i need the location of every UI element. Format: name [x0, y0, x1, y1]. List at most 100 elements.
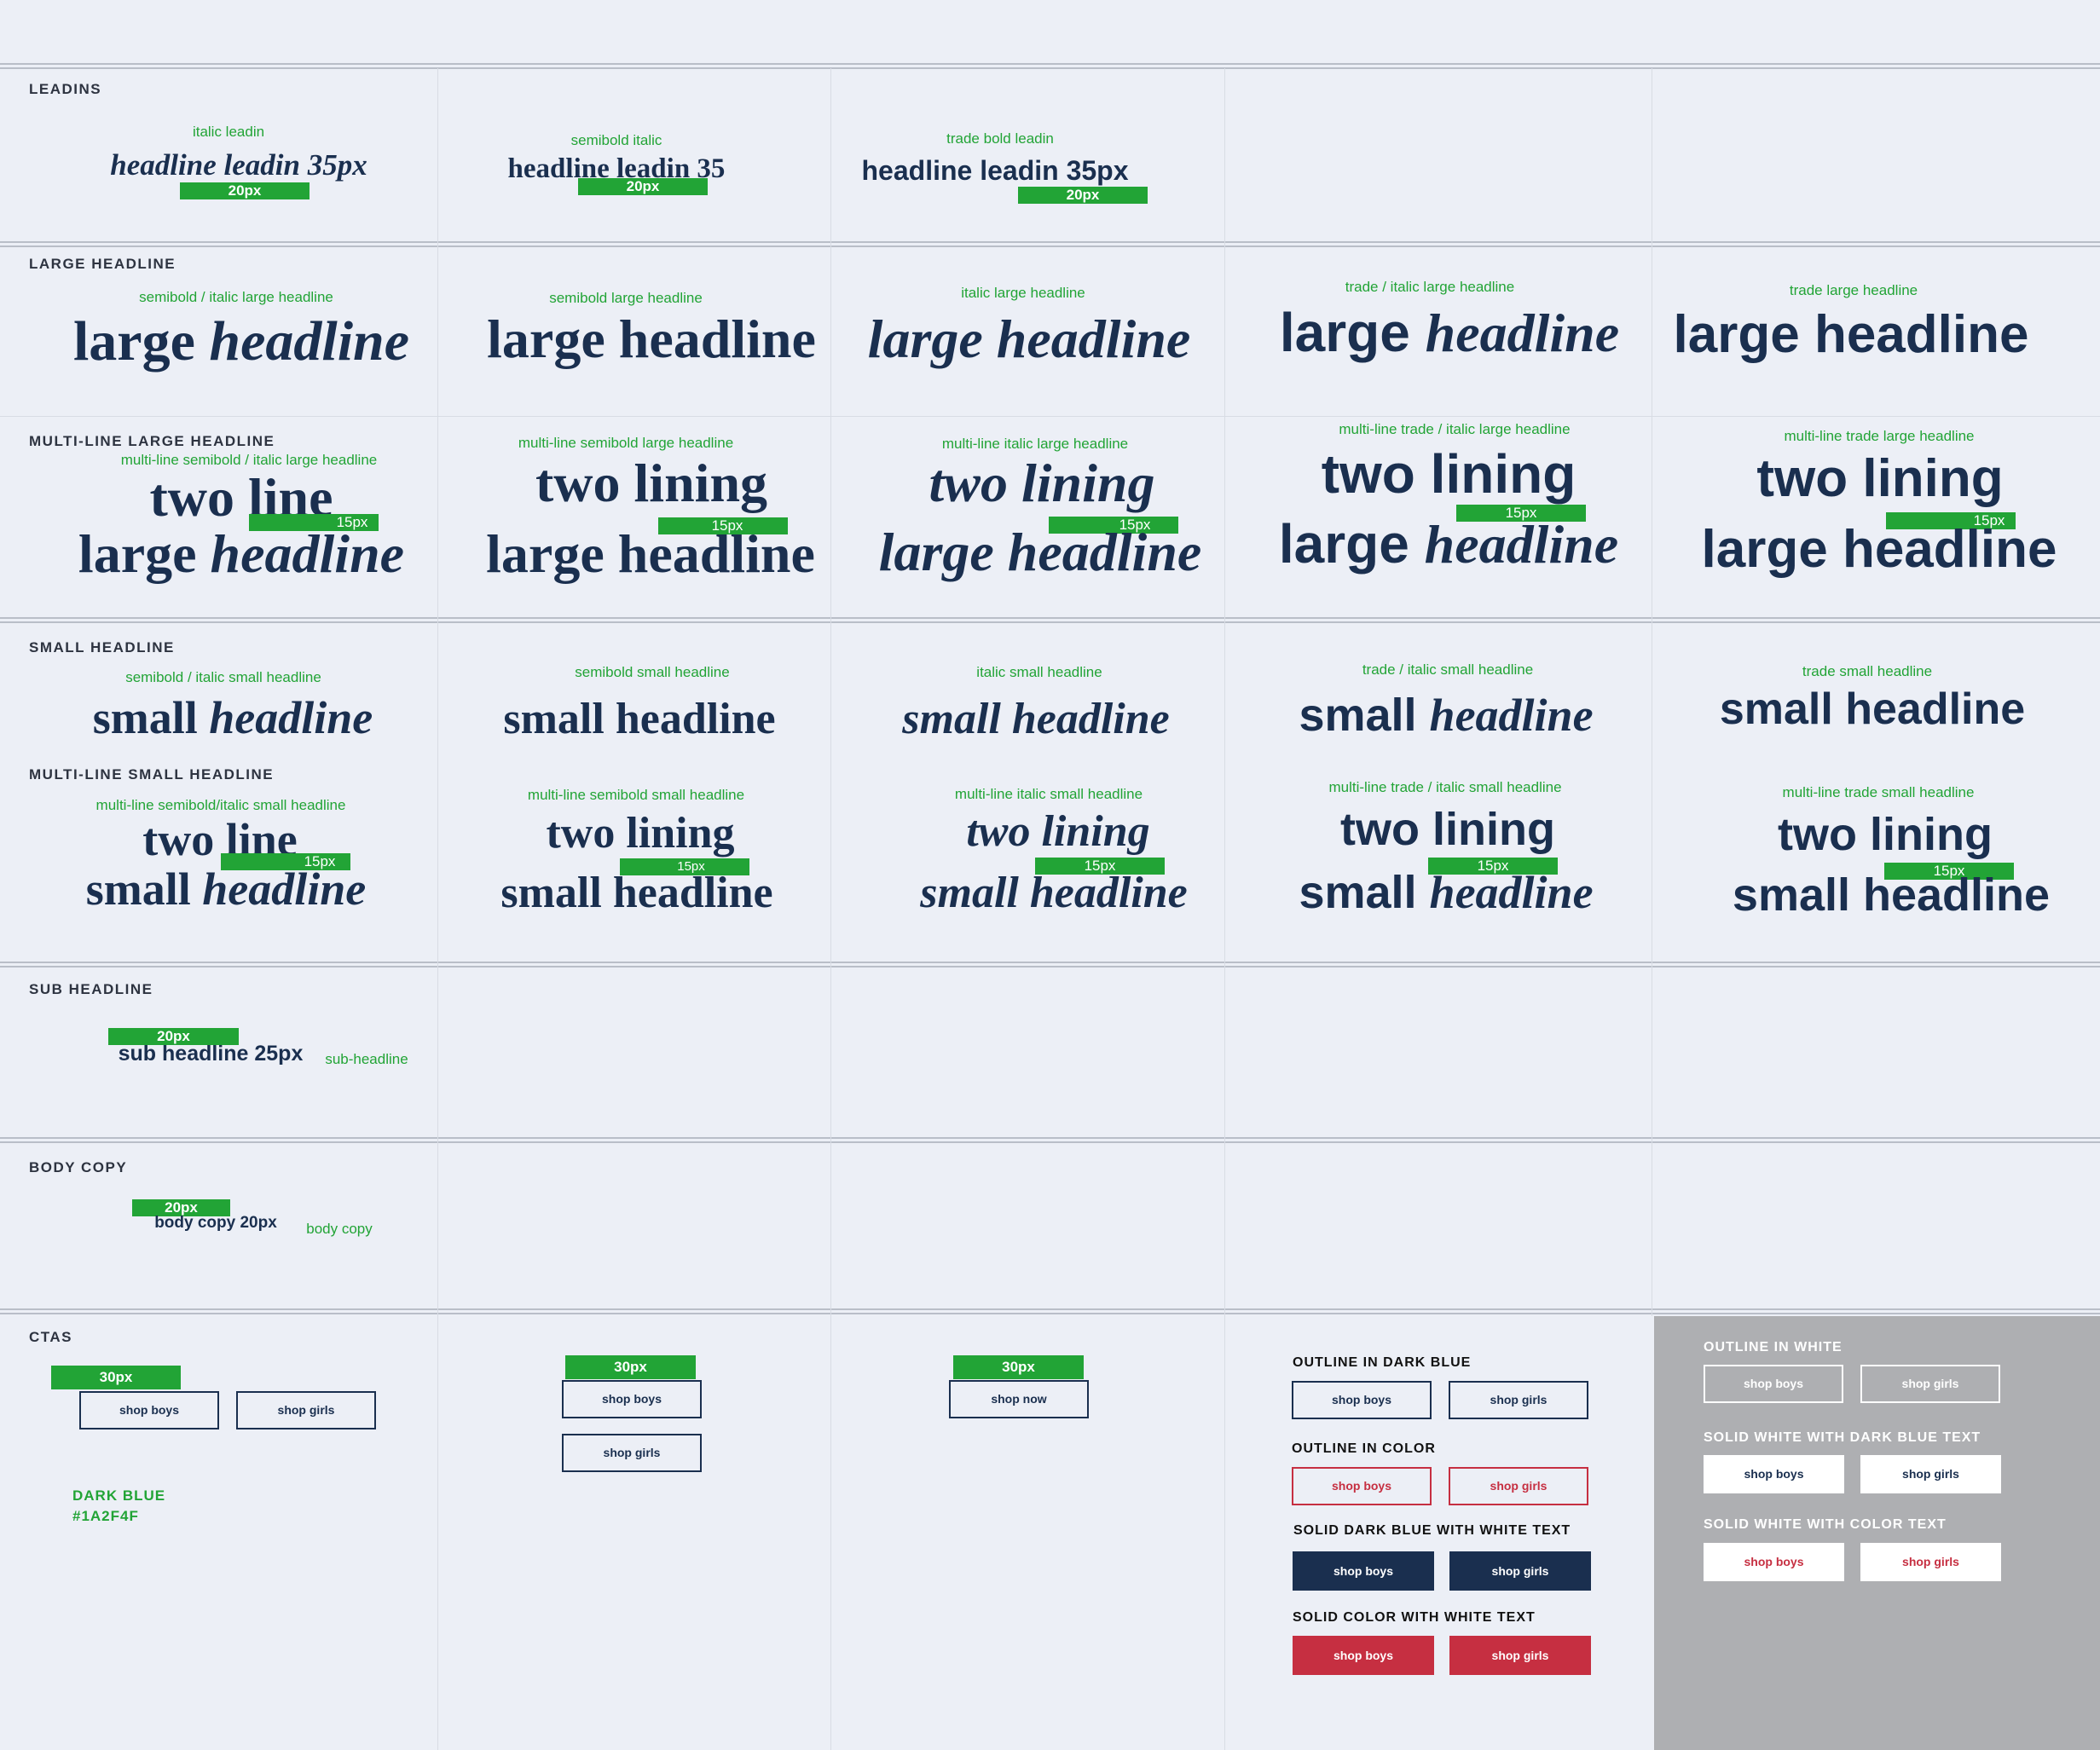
spec-note: semibold / italic small headline — [125, 669, 321, 685]
spec-note: multi-line trade small headline — [1782, 784, 1975, 800]
spacing-marker: 30px — [51, 1366, 181, 1389]
spacing-marker: 30px — [565, 1355, 696, 1379]
section-title-small-headline: SMALL HEADLINE — [29, 639, 175, 656]
two-line-headline-line2: large headline — [486, 523, 815, 584]
shop-girls-button[interactable]: shop girls — [1449, 1467, 1588, 1505]
section-title-body-copy: BODY COPY — [29, 1159, 128, 1175]
spec-note: italic large headline — [961, 285, 1085, 301]
two-line-headline-line2: large headline — [1701, 520, 2057, 579]
shop-girls-button[interactable]: shop girls — [562, 1434, 702, 1472]
cta-style-caption: OUTLINE IN DARK BLUE — [1293, 1355, 1472, 1370]
spec-note: trade small headline — [1802, 663, 1933, 679]
spacing-marker: 20px — [578, 178, 708, 195]
large-headline-sample: large headline — [487, 309, 816, 369]
cta-style-caption: SOLID WHITE WITH DARK BLUE TEXT — [1704, 1430, 1981, 1445]
section-title-multi-line-small: MULTI-LINE SMALL HEADLINE — [29, 766, 275, 783]
spec-note: multi-line trade / italic small headline — [1328, 779, 1562, 795]
spec-note: semibold large headline — [549, 290, 703, 306]
spec-note: trade / italic large headline — [1345, 279, 1515, 295]
shop-girls-button[interactable]: shop girls — [1860, 1543, 2001, 1581]
row-divider — [0, 241, 2100, 247]
leadin-sample: headline leadin 35px — [110, 148, 367, 182]
small-headline-sample: small headline — [1299, 690, 1594, 741]
small-headline-sample: small headline — [92, 692, 373, 743]
spec-note: trade large headline — [1789, 282, 1918, 298]
body-copy-sample: body copy 20px — [154, 1214, 277, 1232]
two-line-headline-line2: small headline — [1299, 867, 1594, 918]
two-line-headline-line2: small headline — [1732, 869, 2051, 921]
large-headline-sample: large headline — [72, 310, 410, 373]
shop-girls-button[interactable]: shop girls — [1449, 1636, 1591, 1675]
shop-girls-button[interactable]: shop girls — [1860, 1455, 2001, 1493]
column-divider — [830, 68, 831, 1750]
two-line-headline-line1: two lining — [1778, 809, 1993, 860]
shop-boys-button[interactable]: shop boys — [1704, 1455, 1844, 1493]
section-title-multi-line-large: MULTI-LINE LARGE HEADLINE — [29, 433, 275, 449]
row-divider — [0, 617, 2100, 623]
cta-style-caption: OUTLINE IN WHITE — [1704, 1340, 1843, 1354]
spec-note: multi-line semibold small headline — [527, 787, 745, 803]
two-line-headline-line1: two lining — [1340, 804, 1555, 855]
spec-note: italic leadin — [192, 124, 265, 140]
cta-style-caption: SOLID COLOR WITH WHITE TEXT — [1293, 1610, 1536, 1625]
two-line-headline-line1: two lining — [966, 807, 1150, 856]
large-headline-sample: large headline — [1673, 305, 2029, 364]
spec-note: italic small headline — [976, 664, 1102, 680]
two-line-headline-line1: two lining — [546, 809, 735, 858]
shop-boys-button[interactable]: shop boys — [79, 1391, 219, 1429]
spec-note: trade bold leadin — [946, 130, 1054, 147]
column-divider — [1224, 68, 1225, 1750]
shop-girls-button[interactable]: shop girls — [1449, 1551, 1591, 1591]
large-headline-sample: large headline — [867, 309, 1191, 369]
color-hex-label: #1A2F4F — [72, 1508, 139, 1524]
spacing-marker: 20px — [1018, 187, 1148, 204]
section-title-ctas: CTAS — [29, 1329, 73, 1345]
cta-style-caption: SOLID WHITE WITH COLOR TEXT — [1704, 1517, 1947, 1532]
two-line-headline-line1: two lining — [535, 453, 768, 513]
cta-style-caption: SOLID DARK BLUE WITH WHITE TEXT — [1293, 1523, 1571, 1538]
cta-style-caption: OUTLINE IN COLOR — [1292, 1441, 1436, 1456]
spec-note: trade / italic small headline — [1362, 661, 1534, 678]
spec-note: multi-line semibold/italic small headlin… — [95, 797, 346, 813]
small-headline-sample: small headline — [1719, 684, 2026, 734]
two-line-headline-line2: large headline — [1278, 513, 1619, 575]
shop-boys-button[interactable]: shop boys — [1292, 1467, 1432, 1505]
shop-girls-button[interactable]: shop girls — [1449, 1381, 1588, 1419]
row-divider — [0, 63, 2100, 69]
column-divider — [437, 68, 438, 1750]
small-headline-sample: small headline — [902, 695, 1170, 743]
spec-note: multi-line italic large headline — [941, 436, 1129, 452]
shop-girls-button[interactable]: shop girls — [1860, 1365, 2000, 1403]
row-divider — [0, 1137, 2100, 1143]
spec-note: sub-headline — [325, 1051, 408, 1067]
two-line-headline-line1: two lining — [1756, 449, 2004, 508]
spec-note: multi-line trade large headline — [1784, 428, 1975, 444]
two-line-headline-line1: two lining — [1321, 443, 1576, 505]
spacing-marker: 20px — [180, 182, 310, 199]
spacing-marker: 30px — [953, 1355, 1084, 1379]
shop-boys-button[interactable]: shop boys — [1293, 1636, 1434, 1675]
spec-note: body copy — [306, 1221, 373, 1237]
spec-note: multi-line trade / italic large headline — [1339, 421, 1571, 437]
two-line-headline-line2: small headline — [500, 869, 773, 917]
two-line-headline-line1: two lining — [929, 453, 1155, 513]
two-line-headline-line2: large headline — [878, 522, 1202, 582]
shop-boys-button[interactable]: shop boys — [1704, 1365, 1843, 1403]
spec-note: multi-line italic small headline — [954, 786, 1143, 802]
section-title-large-headline: LARGE HEADLINE — [29, 256, 176, 272]
row-divider — [0, 1308, 2100, 1314]
shop-boys-button[interactable]: shop boys — [1704, 1543, 1844, 1581]
shop-now-button[interactable]: shop now — [949, 1380, 1089, 1418]
shop-boys-button[interactable]: shop boys — [1292, 1381, 1432, 1419]
shop-boys-button[interactable]: shop boys — [562, 1380, 702, 1418]
spec-note: multi-line semibold / italic large headl… — [120, 452, 378, 468]
small-headline-sample: small headline — [503, 695, 776, 743]
two-line-headline-line2: small headline — [85, 863, 367, 915]
spec-note: semibold / italic large headline — [139, 289, 333, 305]
large-headline-sample: large headline — [1279, 302, 1620, 363]
sub-headline-sample: sub headline 25px — [118, 1042, 304, 1066]
shop-girls-button[interactable]: shop girls — [236, 1391, 376, 1429]
spec-note: semibold small headline — [575, 664, 730, 680]
shop-boys-button[interactable]: shop boys — [1293, 1551, 1434, 1591]
spec-note: semibold italic — [570, 132, 662, 148]
